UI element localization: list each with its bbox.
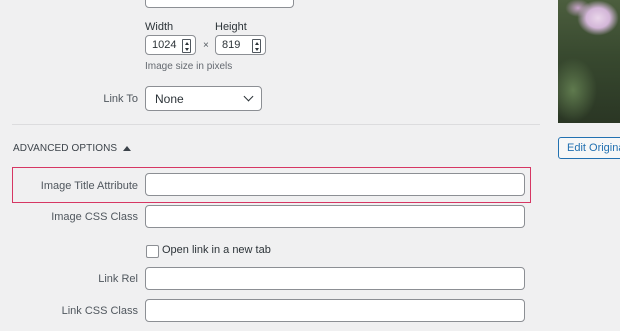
image-css-class-label: Image CSS Class bbox=[51, 211, 138, 223]
image-css-class-input[interactable] bbox=[145, 205, 525, 228]
image-preview bbox=[558, 0, 620, 123]
image-size-hint: Image size in pixels bbox=[145, 61, 233, 72]
link-to-select[interactable]: None bbox=[145, 86, 262, 111]
width-value: 1024 bbox=[152, 39, 177, 51]
link-rel-input[interactable] bbox=[145, 267, 525, 290]
advanced-options-toggle[interactable]: ADVANCED OPTIONS bbox=[13, 143, 132, 154]
section-divider bbox=[12, 124, 540, 125]
open-new-tab-label[interactable]: Open link in a new tab bbox=[162, 244, 271, 256]
link-rel-label: Link Rel bbox=[98, 273, 138, 285]
height-spinner-icon[interactable] bbox=[252, 39, 261, 53]
width-label: Width bbox=[145, 21, 174, 33]
width-input[interactable]: 1024 bbox=[145, 35, 196, 55]
triangle-up-icon bbox=[123, 146, 132, 151]
advanced-options-label: ADVANCED OPTIONS bbox=[13, 143, 118, 154]
link-css-class-input[interactable] bbox=[145, 299, 525, 322]
link-to-label: Link To bbox=[103, 93, 138, 105]
dimension-separator: × bbox=[203, 40, 209, 51]
height-input[interactable]: 819 bbox=[215, 35, 266, 55]
height-label: Height bbox=[215, 21, 247, 33]
text-input-fragment[interactable] bbox=[145, 0, 294, 8]
edit-original-button[interactable]: Edit Origina bbox=[558, 137, 620, 159]
link-to-selected: None bbox=[155, 91, 184, 106]
image-title-label: Image Title Attribute bbox=[40, 180, 138, 192]
height-value: 819 bbox=[222, 39, 241, 51]
chevron-down-icon bbox=[243, 91, 254, 102]
image-title-input[interactable] bbox=[145, 173, 525, 196]
link-css-class-label: Link CSS Class bbox=[61, 305, 138, 317]
width-spinner-icon[interactable] bbox=[182, 39, 191, 53]
open-new-tab-checkbox[interactable] bbox=[146, 245, 159, 258]
